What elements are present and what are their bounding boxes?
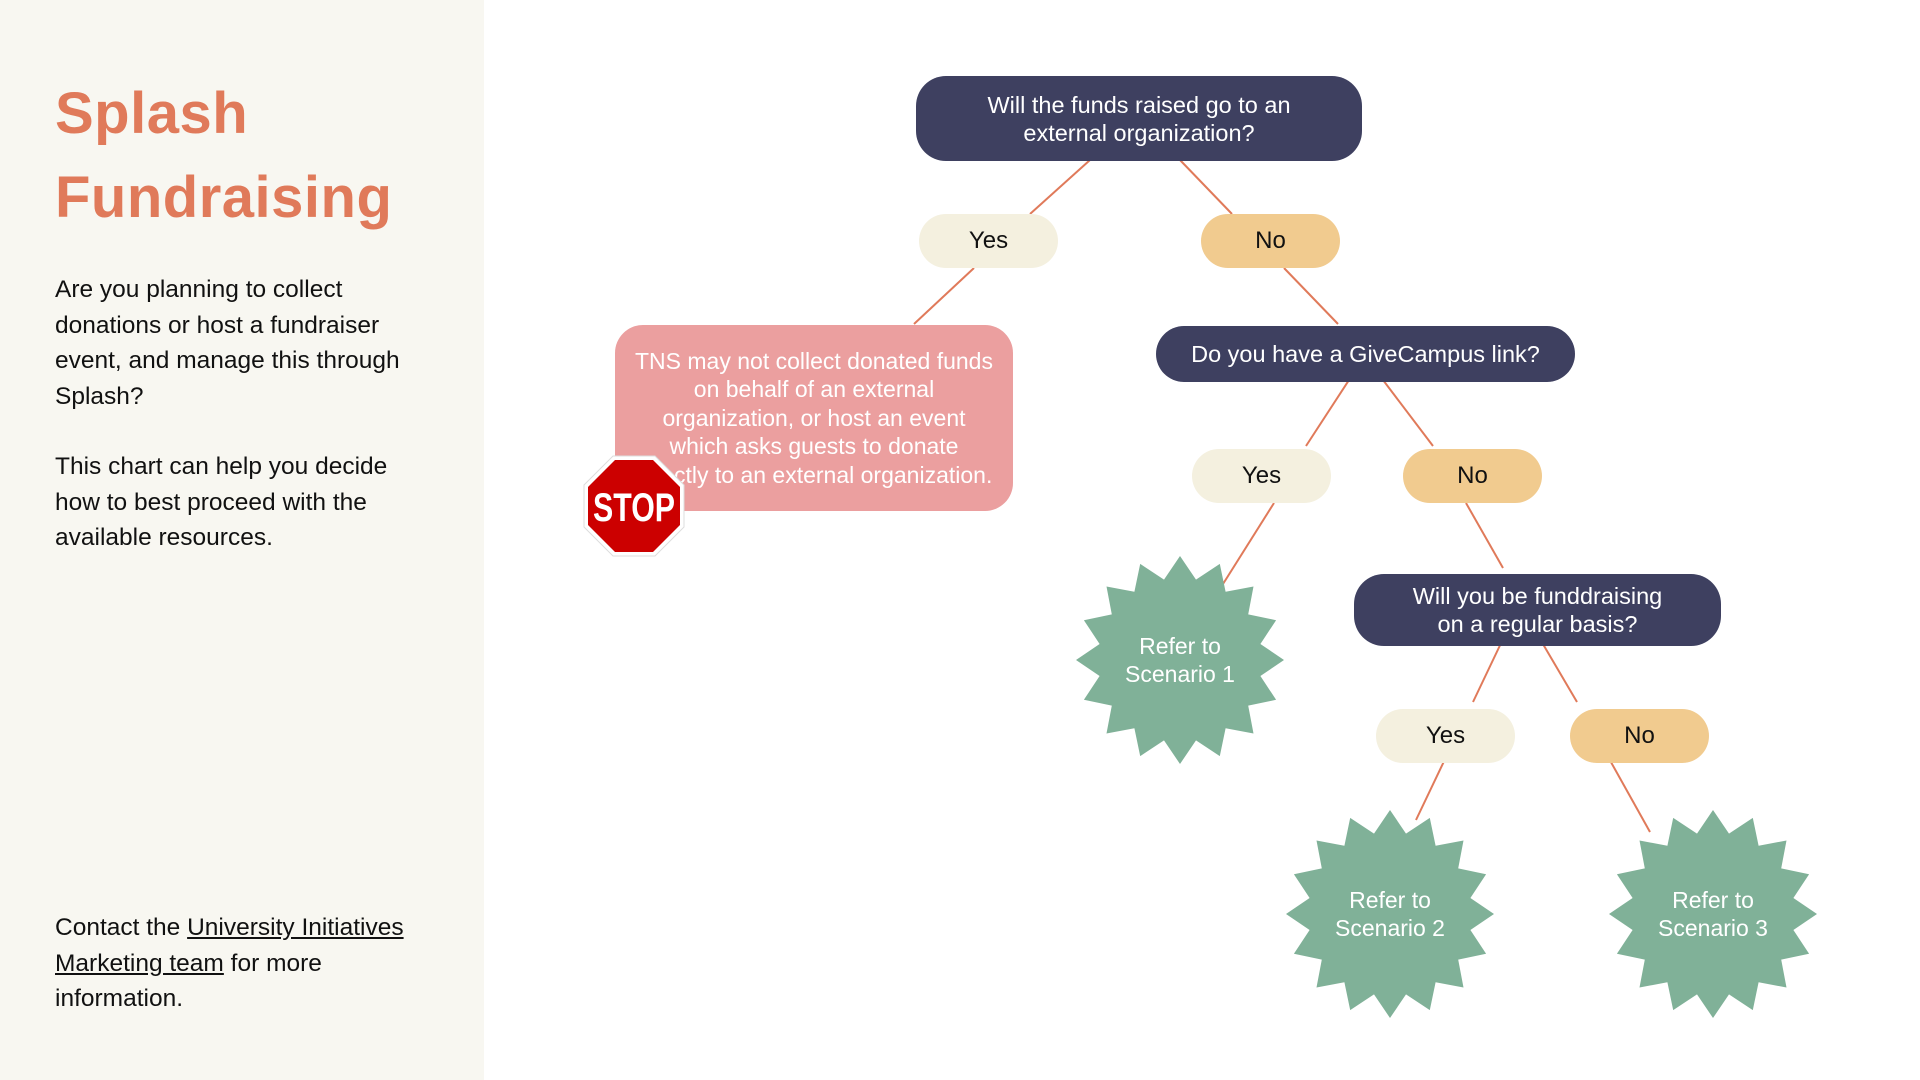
answer-yes-label: Yes: [1241, 462, 1282, 489]
result-2-label: Refer to Scenario 2: [1310, 874, 1470, 954]
connector-q3-no: [1539, 638, 1578, 703]
connector-no-q3: [1465, 502, 1504, 569]
answer-no-label: No: [1624, 722, 1655, 749]
answer-yes-label: Yes: [1425, 722, 1466, 749]
answer-yes-label: Yes: [968, 227, 1009, 254]
flowchart-canvas: [913, 159, 1817, 1018]
answer-no-external[interactable]: No: [1201, 214, 1340, 268]
connector-yes-result1: [1222, 502, 1275, 585]
connector-no-q2: [1283, 267, 1339, 325]
connector-yes-stop: [913, 267, 975, 325]
connector-q2-no: [1382, 379, 1434, 447]
answer-no-label: No: [1457, 462, 1488, 489]
result-1-text: Refer to Scenario 1: [1125, 633, 1235, 687]
question-givecampus-text: Do you have a GiveCampus link?: [1191, 341, 1540, 367]
connector-q3-yes: [1472, 638, 1504, 703]
connector-q2-yes: [1305, 379, 1350, 447]
question-external-org: Will the funds raised go to an external …: [916, 76, 1362, 161]
stop-message-text: TNS may not collect donated funds on beh…: [635, 347, 993, 488]
answer-no-givecampus[interactable]: No: [1403, 449, 1542, 503]
question-regular-basis: Will you be funddraising on a regular ba…: [1354, 574, 1721, 646]
answer-no-regular[interactable]: No: [1570, 709, 1709, 763]
connector-no-result3: [1606, 754, 1651, 833]
question-regular-basis-text: Will you be funddraising on a regular ba…: [1412, 583, 1663, 637]
connector-yes-result2: [1415, 754, 1448, 821]
result-3-text: Refer to Scenario 3: [1658, 887, 1768, 941]
stop-sign-icon: STOP: [583, 455, 685, 557]
connector-q1-yes: [1029, 159, 1091, 215]
answer-yes-givecampus[interactable]: Yes: [1192, 449, 1331, 503]
answer-yes-regular[interactable]: Yes: [1376, 709, 1515, 763]
stop-sign-text: STOP: [593, 486, 675, 530]
question-external-org-text: Will the funds raised go to an external …: [987, 91, 1291, 146]
answer-no-label: No: [1255, 227, 1286, 254]
result-1-label: Refer to Scenario 1: [1100, 620, 1260, 700]
result-2-text: Refer to Scenario 2: [1335, 887, 1445, 941]
question-givecampus: Do you have a GiveCampus link?: [1156, 326, 1575, 382]
connector-q1-no: [1179, 159, 1233, 215]
result-3-label: Refer to Scenario 3: [1633, 874, 1793, 954]
answer-yes-external[interactable]: Yes: [919, 214, 1058, 268]
